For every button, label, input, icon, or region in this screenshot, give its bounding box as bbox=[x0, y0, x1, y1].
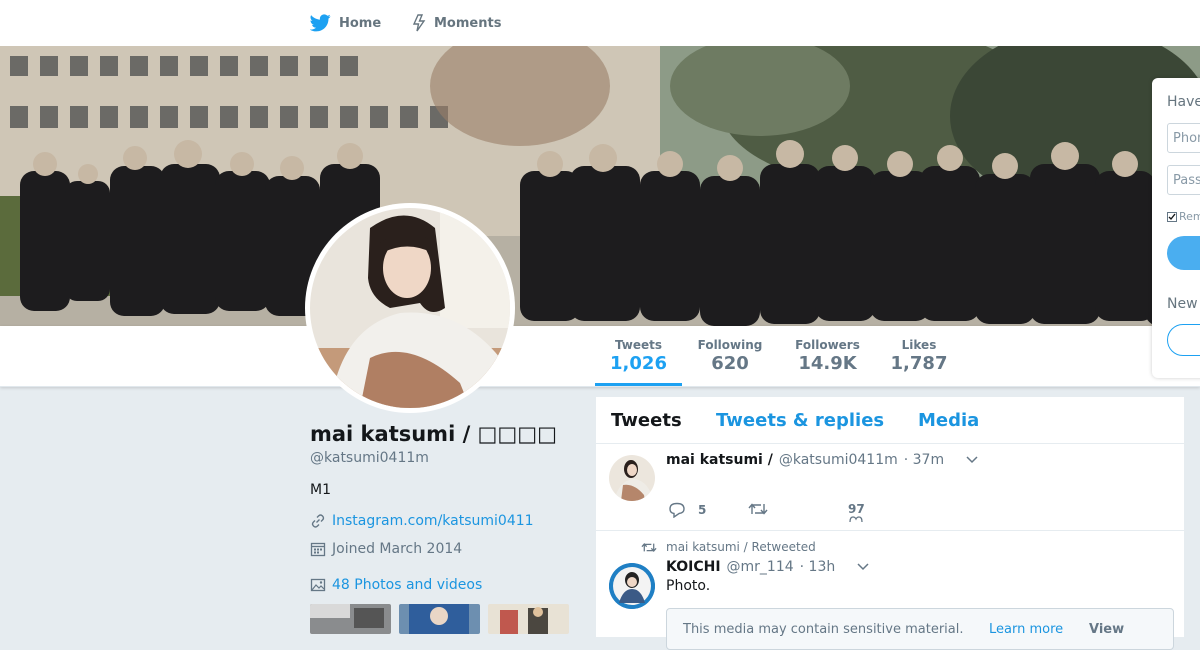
login-module: Have Phon Pass Rem New bbox=[1152, 78, 1200, 378]
stat-following[interactable]: Following 620 bbox=[692, 326, 768, 386]
stat-tweets-label: Tweets bbox=[614, 338, 663, 352]
stat-following-label: Following bbox=[697, 338, 763, 352]
profile-bio: M1 bbox=[310, 482, 331, 498]
stat-followers-value: 14.9K bbox=[798, 353, 857, 374]
link-icon bbox=[311, 514, 325, 528]
stat-tweets-value: 1,026 bbox=[610, 353, 667, 374]
chevron-down-icon[interactable] bbox=[966, 456, 978, 464]
profile-handle[interactable]: @katsumi0411m bbox=[310, 450, 429, 466]
new-to-twitter-label: New bbox=[1167, 296, 1198, 312]
tweet-author-name[interactable]: KOICHI bbox=[666, 559, 721, 575]
nav-moments-label: Moments bbox=[434, 15, 502, 31]
profile-website-link[interactable]: Instagram.com/katsumi0411 bbox=[332, 513, 534, 529]
timeline-tabs: Tweets Tweets & replies Media bbox=[596, 397, 1184, 444]
sensitive-media-notice: This media may contain sensitive materia… bbox=[666, 608, 1174, 650]
calendar-icon bbox=[310, 542, 326, 557]
stat-followers[interactable]: Followers 14.9K bbox=[790, 326, 865, 386]
tweet-avatar[interactable] bbox=[609, 455, 655, 501]
password-input[interactable]: Pass bbox=[1167, 165, 1200, 195]
stat-likes-label: Likes bbox=[901, 338, 937, 352]
stat-followers-label: Followers bbox=[795, 338, 860, 352]
timeline-panel: Tweets Tweets & replies Media mai katsum… bbox=[596, 397, 1184, 650]
reply-count: 5 bbox=[698, 503, 707, 517]
tweet-author-handle[interactable]: @katsumi0411m bbox=[779, 452, 898, 468]
profile-stats-bar: Tweets 1,026 Following 620 Followers 14.… bbox=[0, 326, 1200, 387]
login-heading: Have bbox=[1167, 94, 1200, 110]
heart-icon bbox=[849, 516, 863, 522]
profile-photos-link[interactable]: 48 Photos and videos bbox=[332, 577, 482, 593]
top-navigation-bar: Home Moments bbox=[0, 0, 1200, 47]
tweet-item[interactable]: mai katsumi / @katsumi0411m · 37m 5 97 bbox=[596, 443, 1184, 531]
profile-avatar[interactable] bbox=[305, 203, 515, 413]
tweet-time[interactable]: · 37m bbox=[904, 452, 944, 468]
retweet-icon bbox=[748, 503, 768, 515]
login-button[interactable] bbox=[1167, 236, 1200, 270]
tweet-avatar[interactable] bbox=[609, 563, 655, 609]
retweet-context: mai katsumi / Retweeted bbox=[641, 540, 816, 554]
profile-joined-date: Joined March 2014 bbox=[332, 541, 463, 557]
profile-photos-row: 48 Photos and videos bbox=[310, 577, 482, 593]
like-action[interactable]: 97 bbox=[848, 502, 865, 522]
tweet-time[interactable]: · 13h bbox=[800, 559, 836, 575]
phone-email-input[interactable]: Phon bbox=[1167, 123, 1200, 153]
tab-media[interactable]: Media bbox=[918, 410, 979, 431]
stat-likes[interactable]: Likes 1,787 bbox=[887, 326, 951, 386]
stat-following-value: 620 bbox=[711, 353, 749, 374]
tweet-author-handle[interactable]: @mr_114 bbox=[727, 559, 794, 575]
reply-icon bbox=[669, 502, 685, 518]
nav-home[interactable]: Home bbox=[310, 0, 381, 46]
retweet-action[interactable] bbox=[748, 502, 768, 516]
reply-action[interactable]: 5 bbox=[668, 502, 706, 518]
tweet-header: mai katsumi / @katsumi0411m · 37m bbox=[666, 452, 978, 468]
retweet-icon bbox=[641, 542, 657, 552]
nav-home-label: Home bbox=[339, 15, 382, 31]
remember-me-label: Rem bbox=[1179, 210, 1200, 223]
like-count: 97 bbox=[848, 502, 865, 516]
profile-website-row: Instagram.com/katsumi0411 bbox=[310, 513, 534, 529]
tweet-author-name[interactable]: mai katsumi / bbox=[666, 452, 773, 468]
photo-icon bbox=[310, 578, 326, 592]
lightning-icon bbox=[412, 14, 426, 32]
nav-moments[interactable]: Moments bbox=[412, 0, 501, 46]
tab-tweets[interactable]: Tweets bbox=[611, 410, 682, 431]
bird-icon bbox=[310, 14, 331, 32]
signup-button[interactable] bbox=[1167, 324, 1200, 356]
stat-tweets[interactable]: Tweets 1,026 bbox=[595, 326, 682, 386]
retweet-context-text[interactable]: mai katsumi / Retweeted bbox=[666, 540, 816, 554]
chevron-down-icon[interactable] bbox=[857, 563, 869, 571]
profile-banner bbox=[0, 46, 1200, 326]
stat-likes-value: 1,787 bbox=[890, 353, 948, 374]
tweet-text: Photo. bbox=[666, 578, 711, 594]
profile-name: mai katsumi / □□□□ bbox=[310, 422, 557, 446]
profile-joined-row: Joined March 2014 bbox=[310, 541, 462, 557]
checkbox-icon[interactable] bbox=[1167, 211, 1177, 222]
tweet-header: KOICHI @mr_114 · 13h bbox=[666, 559, 869, 575]
tab-tweets-replies[interactable]: Tweets & replies bbox=[716, 410, 884, 431]
remember-me[interactable]: Rem bbox=[1167, 210, 1200, 223]
